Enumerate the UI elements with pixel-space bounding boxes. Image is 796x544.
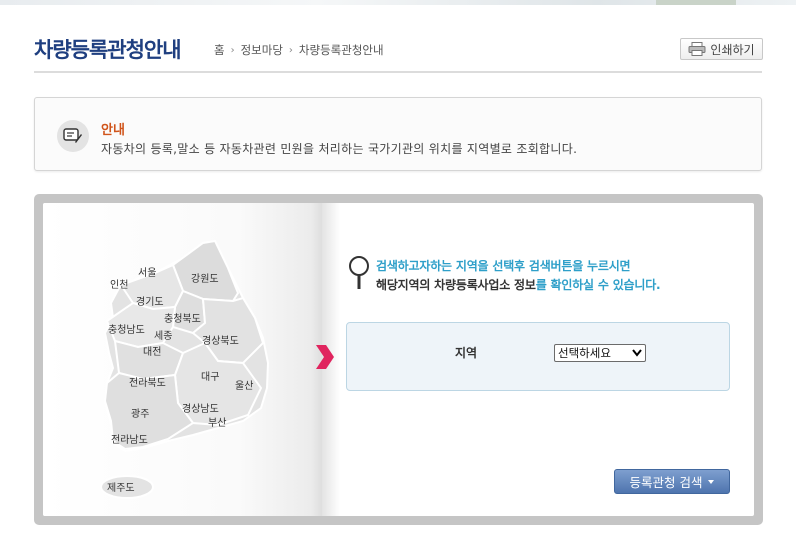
chevron-right-icon: › [288,44,293,56]
title-divider [34,71,762,73]
region-label[interactable]: 충청남도 [108,324,145,336]
search-form: 지역 선택하세요 [346,322,730,391]
guide-text-highlight: 를 확인하실 수 있습니다. [535,278,661,292]
region-label[interactable]: 서울 [138,267,156,279]
region-label[interactable]: 경상남도 [182,402,219,415]
chevron-right-icon: › [230,44,235,56]
guide-text-line1: 검색하고자하는 지역을 선택후 검색버튼을 누르시면 [376,259,631,273]
notice-title: 안내 [101,123,125,138]
region-label[interactable]: 대전 [143,346,161,358]
notice-text: 자동차의 등록,말소 등 자동차관련 민원을 처리하는 국가기관의 위치를 지역… [101,142,578,156]
region-search-button[interactable]: 등록관청 검색 [614,469,730,494]
region-select-value: 선택하세요 [558,346,611,360]
region-label[interactable]: 부산 [208,417,226,429]
region-label[interactable]: 광주 [131,408,149,420]
chevron-down-icon [632,349,642,357]
region-label[interactable]: 인천 [110,279,128,291]
region-label[interactable]: 대구 [201,371,219,383]
printer-icon [688,42,706,56]
breadcrumb-current: 차량등록관청안내 [298,43,384,57]
breadcrumb-info[interactable]: 정보마당 [241,42,283,58]
region-label[interactable]: 강원도 [191,273,219,285]
memo-icon [57,120,89,152]
top-banner-strip [0,0,796,5]
map-area: 서울 인천 강원도 경기도 충청북도 충청남도 세종 대전 경상북도 대구 울산… [43,203,322,516]
notice-box: 안내 자동차의 등록,말소 등 자동차관련 민원을 처리하는 국가기관의 위치를… [34,97,762,171]
banner-decoration [656,0,736,5]
search-button-label: 등록관청 검색 [629,475,703,490]
region-label[interactable]: 충청북도 [164,313,201,325]
guide-text-plain: 해당지역의 차량등록사업소 정보 [376,278,536,292]
region-label[interactable]: 세종 [154,330,172,342]
chevron-right-icon [316,345,334,369]
region-select[interactable]: 선택하세요 [554,344,646,362]
region-label[interactable]: 울산 [235,380,253,392]
region-label[interactable]: 경기도 [136,295,164,308]
region-field-label: 지역 [455,346,478,360]
magnifier-icon [349,256,369,289]
region-label[interactable]: 제주도 [107,482,135,494]
region-label[interactable]: 전라남도 [111,434,148,446]
korea-map: 서울 인천 강원도 경기도 충청북도 충청남도 세종 대전 경상북도 대구 울산… [100,239,270,499]
print-button[interactable]: 인쇄하기 [680,38,763,60]
region-label[interactable]: 경상북도 [202,334,239,347]
breadcrumb-home[interactable]: 홈 [214,42,225,58]
print-label: 인쇄하기 [710,42,755,57]
breadcrumb: 홈 › 정보마당 › 차량등록관청안내 [214,42,384,58]
region-label[interactable]: 전라북도 [129,377,166,389]
page-title: 차량등록관청안내 [34,38,182,62]
caret-down-icon [708,479,715,484]
guide-text-line2: 해당지역의 차량등록사업소 정보를 확인하실 수 있습니다. [376,276,661,293]
